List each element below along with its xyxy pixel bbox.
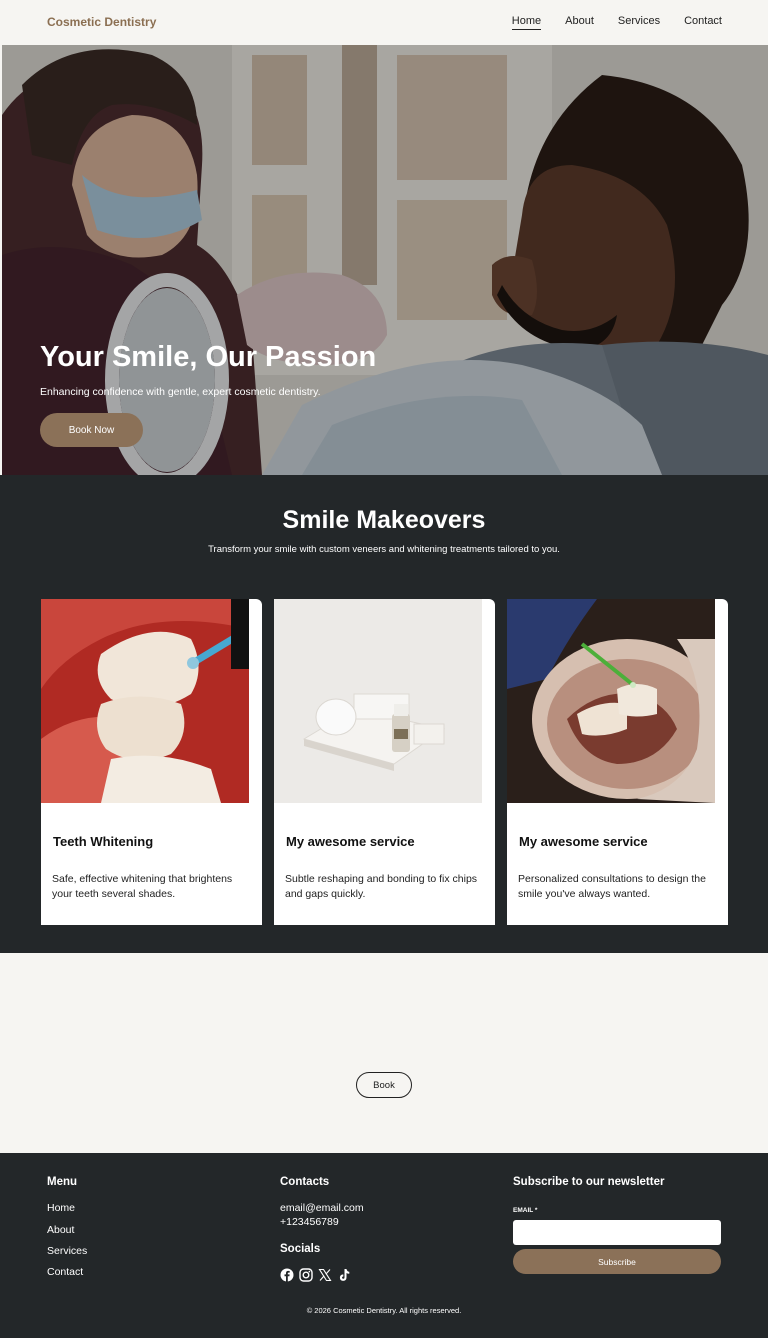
- service-card-2[interactable]: My awesome service Subtle reshaping and …: [274, 599, 495, 925]
- card-description: Safe, effective whitening that brightens…: [52, 873, 233, 900]
- subscribe-button[interactable]: Subscribe: [513, 1249, 721, 1274]
- book-button[interactable]: Book: [356, 1072, 412, 1098]
- instagram-icon[interactable]: [299, 1268, 313, 1282]
- footer-contacts-title: Contacts: [280, 1176, 330, 1188]
- card-title: My awesome service: [286, 834, 415, 849]
- contact-phone: +123456789: [280, 1216, 339, 1228]
- section-title: Smile Makeovers: [282, 506, 486, 534]
- nav-about[interactable]: About: [565, 15, 594, 30]
- service-card-3[interactable]: My awesome service Personalized consulta…: [507, 599, 728, 925]
- nav-contact[interactable]: Contact: [684, 15, 722, 30]
- hero-section: Your Smile, Our Passion Enhancing confid…: [2, 45, 768, 475]
- footer-link-contact[interactable]: Contact: [47, 1266, 83, 1278]
- dental-procedure-image: [507, 599, 715, 803]
- hero-overlay: [2, 45, 768, 475]
- contact-email[interactable]: email@email.com: [280, 1202, 364, 1214]
- hero-subtitle: Enhancing confidence with gentle, expert…: [40, 386, 321, 398]
- hero-title: Your Smile, Our Passion: [40, 341, 377, 373]
- section-subtitle: Transform your smile with custom veneers…: [208, 544, 560, 555]
- card-title: My awesome service: [519, 834, 648, 849]
- dental-products-image: [274, 599, 482, 803]
- card-title: Teeth Whitening: [53, 834, 154, 849]
- facebook-icon[interactable]: [280, 1268, 294, 1282]
- footer-link-services[interactable]: Services: [47, 1245, 87, 1257]
- footer-menu-title: Menu: [47, 1176, 78, 1188]
- cta-section: Book: [0, 953, 768, 1153]
- main-nav: Home About Services Contact: [511, 15, 722, 30]
- whitening-image: [41, 599, 249, 803]
- x-icon[interactable]: [318, 1268, 332, 1282]
- footer-link-home[interactable]: Home: [47, 1202, 75, 1214]
- nav-services[interactable]: Services: [618, 15, 660, 30]
- site-logo[interactable]: Cosmetic Dentistry: [47, 15, 156, 29]
- tiktok-icon[interactable]: [337, 1268, 351, 1282]
- footer-socials-title: Socials: [280, 1243, 321, 1255]
- book-now-button[interactable]: Book Now: [40, 413, 143, 447]
- makeovers-section: Smile Makeovers Transform your smile wit…: [0, 475, 768, 953]
- footer-link-about[interactable]: About: [47, 1224, 74, 1236]
- email-label: EMAIL *: [513, 1207, 538, 1214]
- nav-home[interactable]: Home: [511, 15, 542, 30]
- newsletter-email-input[interactable]: [513, 1220, 721, 1245]
- site-footer: Menu Home About Services Contact Contact…: [0, 1153, 768, 1338]
- service-card-teeth-whitening[interactable]: Teeth Whitening Safe, effective whitenin…: [41, 599, 262, 925]
- copyright: © 2026 Cosmetic Dentistry. All rights re…: [306, 1306, 462, 1315]
- card-description: Subtle reshaping and bonding to fix chip…: [285, 873, 478, 900]
- card-description: Personalized consultations to design the…: [518, 873, 706, 900]
- site-header: Cosmetic Dentistry Home About Services C…: [0, 0, 768, 45]
- newsletter-title: Subscribe to our newsletter: [513, 1176, 665, 1188]
